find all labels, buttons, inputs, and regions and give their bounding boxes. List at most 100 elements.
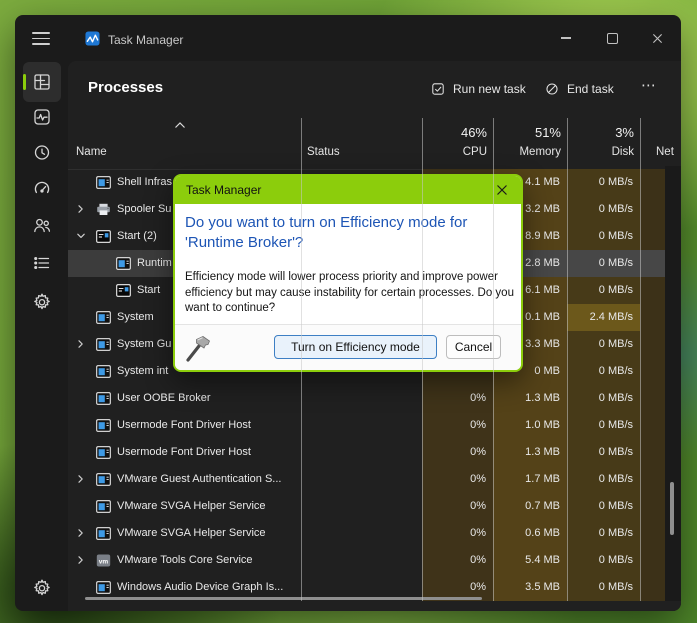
column-header-name[interactable]: Name — [76, 146, 107, 158]
disk-cell: 0 MB/s — [567, 277, 640, 304]
run-new-task-button[interactable]: Run new task — [430, 77, 526, 101]
end-task-button[interactable]: End task — [544, 77, 614, 101]
table-row[interactable]: VMware SVGA Helper Service0%0.7 MB0 MB/s — [68, 493, 665, 520]
dialog-close-icon[interactable] — [491, 179, 513, 201]
disk-cell: 0 MB/s — [567, 169, 640, 196]
app-window-icon — [96, 419, 111, 432]
disk-cell: 0 MB/s — [567, 250, 640, 277]
startup-apps-icon[interactable] — [32, 178, 52, 198]
network-cell — [640, 385, 665, 412]
settings-gear-icon[interactable] — [32, 578, 52, 598]
column-header-net[interactable]: Net — [656, 146, 674, 158]
app-window-icon — [96, 446, 111, 459]
chevron-right-icon[interactable] — [76, 474, 86, 484]
memory-cell: 1.3 MB — [493, 439, 567, 466]
app-window-icon — [96, 581, 111, 594]
network-cell — [640, 250, 665, 277]
app-window-icon — [96, 473, 111, 486]
app-window-icon — [96, 338, 111, 351]
run-new-task-icon — [430, 81, 446, 97]
services-icon[interactable] — [32, 292, 52, 312]
chevron-right-icon[interactable] — [76, 528, 86, 538]
cancel-button[interactable]: Cancel — [446, 335, 501, 359]
column-header-status[interactable]: Status — [307, 146, 340, 158]
disk-cell: 0 MB/s — [567, 493, 640, 520]
printer-icon — [96, 203, 111, 216]
process-name: Usermode Font Driver Host — [117, 412, 251, 439]
process-name: Runtim — [137, 250, 172, 277]
close-button[interactable] — [640, 25, 674, 51]
chevron-right-icon[interactable] — [76, 204, 86, 214]
network-cell — [640, 574, 665, 601]
process-name: System int — [117, 358, 168, 385]
task-manager-app-icon — [85, 31, 100, 46]
table-row[interactable]: Usermode Font Driver Host0%1.0 MB0 MB/s — [68, 412, 665, 439]
disk-cell: 0 MB/s — [567, 385, 640, 412]
column-header-disk[interactable]: Disk — [567, 146, 634, 158]
disk-cell: 0 MB/s — [567, 412, 640, 439]
page-title: Processes — [88, 79, 163, 96]
disk-cell: 2.4 MB/s — [567, 304, 640, 331]
network-cell — [640, 304, 665, 331]
horizontal-scrollbar-thumb[interactable] — [85, 597, 482, 600]
process-name: Start — [137, 277, 160, 304]
chevron-right-icon[interactable] — [76, 339, 86, 349]
more-options-button[interactable]: ⋯ — [641, 73, 657, 97]
table-row[interactable]: VMware Guest Authentication S...0%1.7 MB… — [68, 466, 665, 493]
status-cell — [301, 385, 422, 412]
app-window-icon — [96, 392, 111, 405]
disk-cell: 0 MB/s — [567, 520, 640, 547]
process-name: User OOBE Broker — [117, 385, 211, 412]
network-cell — [640, 493, 665, 520]
disk-cell: 0 MB/s — [567, 331, 640, 358]
process-name-cell: User OOBE Broker — [68, 385, 301, 412]
turn-on-efficiency-mode-button[interactable]: Turn on Efficiency mode — [274, 335, 437, 359]
cpu-cell: 0% — [422, 547, 493, 574]
window-title: Task Manager — [108, 33, 183, 47]
app-history-icon[interactable] — [32, 142, 52, 162]
table-row[interactable]: vmVMware Tools Core Service0%5.4 MB0 MB/… — [68, 547, 665, 574]
chevron-right-icon[interactable] — [76, 555, 86, 565]
table-header: Name Status 46% CPU 51% Memory 3% Disk N… — [68, 115, 681, 170]
column-header-memory[interactable]: Memory — [493, 146, 561, 158]
table-row[interactable]: VMware SVGA Helper Service0%0.6 MB0 MB/s — [68, 520, 665, 547]
minimize-button[interactable] — [549, 25, 583, 51]
network-cell — [640, 412, 665, 439]
memory-cell: 5.4 MB — [493, 547, 567, 574]
performance-icon[interactable] — [32, 107, 52, 127]
status-cell — [301, 412, 422, 439]
process-name: Usermode Font Driver Host — [117, 439, 251, 466]
memory-cell: 0.7 MB — [493, 493, 567, 520]
dialog-body: Do you want to turn on Efficiency mode f… — [175, 204, 521, 327]
column-header-cpu[interactable]: CPU — [422, 146, 487, 158]
disk-cell: 0 MB/s — [567, 547, 640, 574]
network-cell — [640, 196, 665, 223]
process-name: System Gu — [117, 331, 171, 358]
processes-icon[interactable] — [32, 72, 52, 92]
status-cell — [301, 493, 422, 520]
hamburger-menu-icon[interactable] — [32, 32, 50, 45]
memory-cell: 1.0 MB — [493, 412, 567, 439]
dialog-footer: Turn on Efficiency mode Cancel — [175, 324, 521, 370]
hammer-icon — [184, 333, 214, 363]
dialog-title: Task Manager — [186, 183, 261, 197]
memory-cell: 0.6 MB — [493, 520, 567, 547]
users-icon[interactable] — [32, 215, 52, 235]
vertical-scrollbar-thumb[interactable] — [670, 482, 674, 535]
app-window-icon — [96, 527, 111, 540]
maximize-button[interactable] — [595, 25, 629, 51]
table-row[interactable]: User OOBE Broker0%1.3 MB0 MB/s — [68, 385, 665, 412]
process-name: Spooler Su — [117, 196, 171, 223]
disk-cell: 0 MB/s — [567, 223, 640, 250]
table-row[interactable]: Usermode Font Driver Host0%1.3 MB0 MB/s — [68, 439, 665, 466]
chevron-down-icon[interactable] — [76, 231, 86, 241]
network-cell — [640, 277, 665, 304]
dialog-heading: Do you want to turn on Efficiency mode f… — [185, 213, 515, 252]
details-icon[interactable] — [32, 253, 52, 273]
disk-cell: 0 MB/s — [567, 439, 640, 466]
vmware-icon: vm — [96, 554, 111, 567]
app-window-icon — [96, 500, 111, 513]
process-name: VMware SVGA Helper Service — [117, 493, 266, 520]
network-cell — [640, 520, 665, 547]
svg-text:vm: vm — [99, 558, 109, 565]
